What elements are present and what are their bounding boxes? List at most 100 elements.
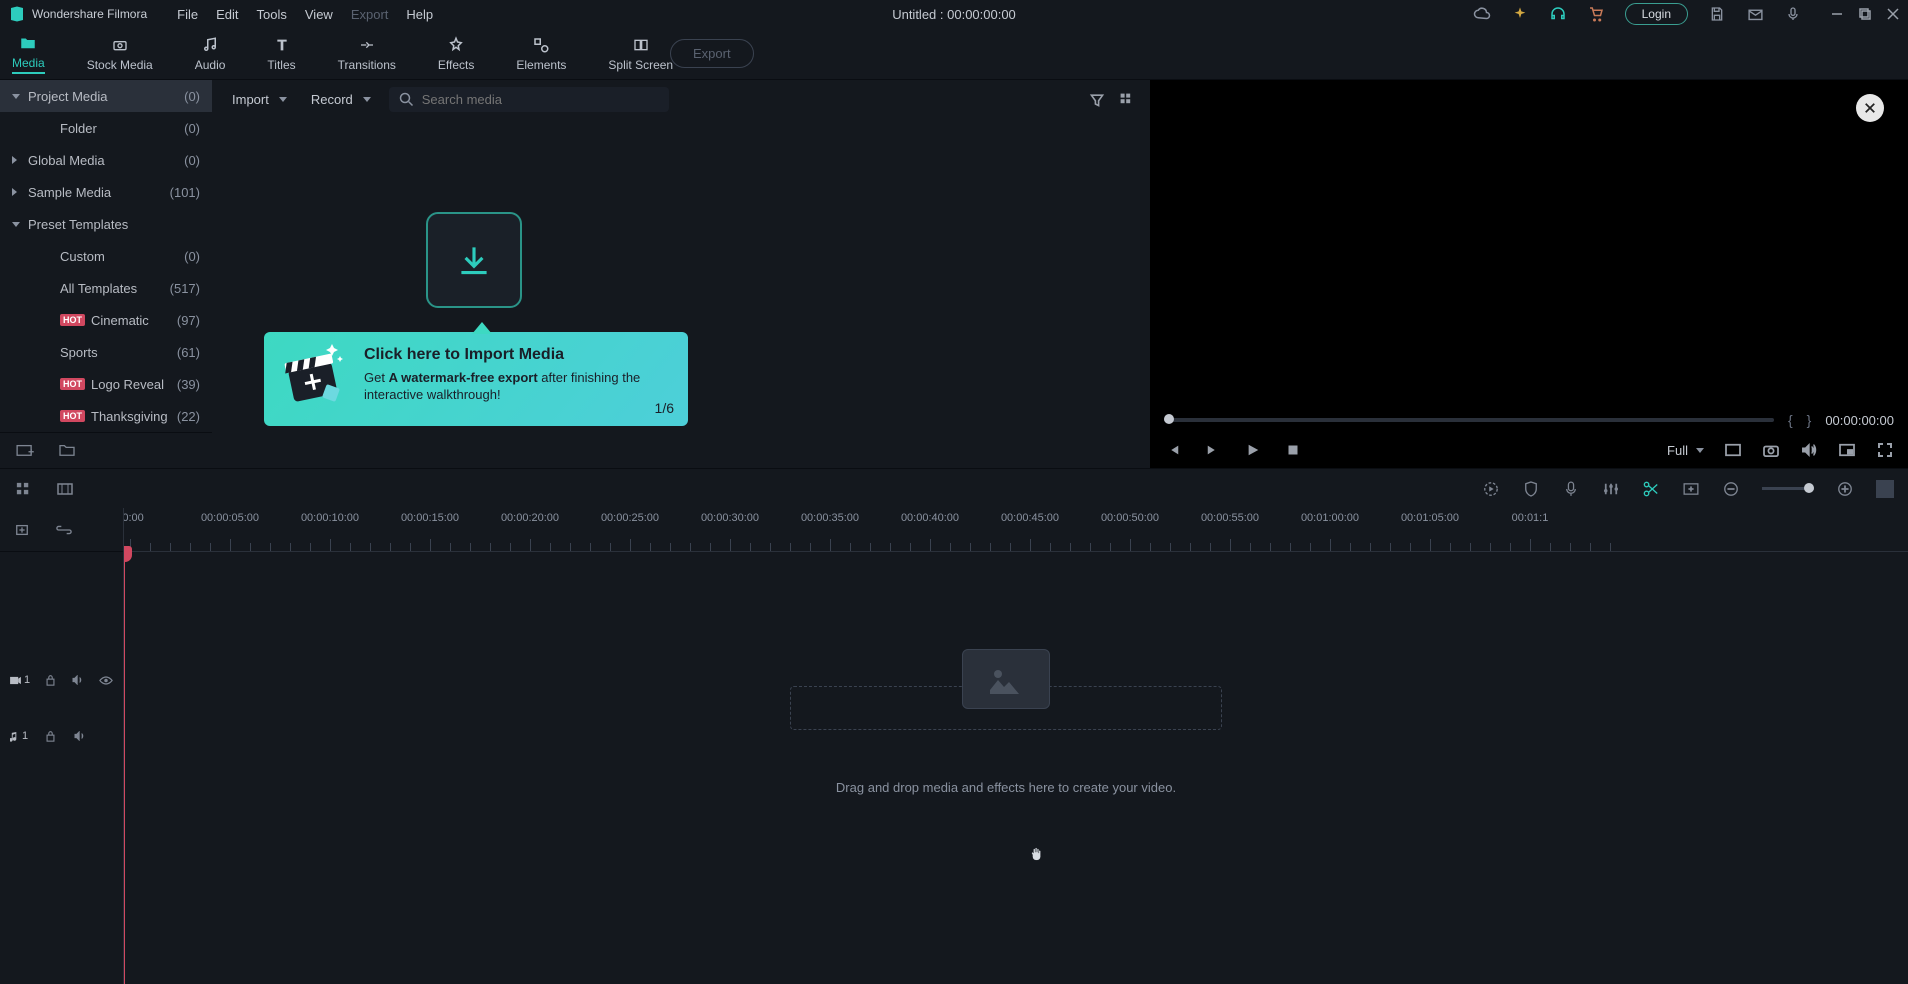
close-icon[interactable] xyxy=(1886,7,1900,21)
render-preview-icon[interactable] xyxy=(1482,480,1500,498)
add-track-icon[interactable] xyxy=(14,522,30,538)
timeline-zoom-slider[interactable] xyxy=(1762,487,1814,490)
lock-icon[interactable] xyxy=(44,672,57,688)
visibility-icon[interactable] xyxy=(99,672,113,688)
menu-bar: File Edit Tools View Export Help xyxy=(177,7,433,22)
grid-view-icon[interactable] xyxy=(1118,91,1136,109)
timeline-body[interactable]: 00:0000:00:05:0000:00:10:0000:00:15:0000… xyxy=(124,508,1908,984)
headphones-icon[interactable] xyxy=(1549,5,1567,23)
tree-item-label: Global Media xyxy=(28,153,184,168)
link-icon[interactable] xyxy=(56,522,72,538)
mute-icon[interactable] xyxy=(72,672,85,688)
import-dropdown[interactable]: Import xyxy=(226,88,293,111)
scrub-track[interactable] xyxy=(1164,418,1774,422)
sidebar-item-sample-media[interactable]: Sample Media(101) xyxy=(0,176,212,208)
export-button[interactable]: Export xyxy=(670,39,754,68)
tab-effects[interactable]: Effects xyxy=(438,35,474,72)
marker-shield-icon[interactable] xyxy=(1522,480,1540,498)
stop-icon[interactable] xyxy=(1284,441,1302,459)
tab-label: Effects xyxy=(438,58,474,72)
record-dropdown[interactable]: Record xyxy=(305,88,377,111)
tab-elements[interactable]: Elements xyxy=(516,35,566,72)
tab-audio[interactable]: Audio xyxy=(195,35,226,72)
tooltip-body: Get A watermark-free export after finish… xyxy=(364,370,670,404)
fullscreen-icon[interactable] xyxy=(1876,441,1894,459)
play-icon[interactable] xyxy=(1244,441,1262,459)
scrub-thumb[interactable] xyxy=(1164,414,1174,424)
tab-label: Titles xyxy=(267,58,295,72)
sidebar-item-folder[interactable]: Folder(0) xyxy=(0,112,212,144)
filter-icon[interactable] xyxy=(1088,91,1106,109)
sidebar-item-cinematic[interactable]: HOTCinematic(97) xyxy=(0,304,212,336)
sparkle-icon[interactable] xyxy=(1511,5,1529,23)
clip-options-icon[interactable] xyxy=(56,480,74,498)
menu-edit[interactable]: Edit xyxy=(216,7,238,22)
zoom-slider-thumb[interactable] xyxy=(1804,483,1814,493)
audio-mixer-icon[interactable] xyxy=(1602,480,1620,498)
split-icon[interactable] xyxy=(1642,480,1660,498)
menu-file[interactable]: File xyxy=(177,7,198,22)
titlebar: Wondershare Filmora File Edit Tools View… xyxy=(0,0,1908,28)
menu-view[interactable]: View xyxy=(305,7,333,22)
save-icon[interactable] xyxy=(1708,5,1726,23)
search-input[interactable] xyxy=(422,92,659,107)
sidebar-item-sports[interactable]: Sports(61) xyxy=(0,336,212,368)
mute-icon[interactable] xyxy=(72,728,88,744)
menu-help[interactable]: Help xyxy=(406,7,433,22)
sidebar-item-logo-reveal[interactable]: HOTLogo Reveal(39) xyxy=(0,368,212,400)
sidebar-item-project-media[interactable]: Project Media(0) xyxy=(0,80,212,112)
zoom-to-fit-icon[interactable] xyxy=(1876,480,1894,498)
sidebar-item-preset-templates[interactable]: Preset Templates xyxy=(0,208,212,240)
tree-arrow-icon xyxy=(12,222,20,227)
preview-zoom-select[interactable]: Full xyxy=(1667,443,1704,458)
tour-close-button[interactable] xyxy=(1856,94,1884,122)
sidebar-item-global-media[interactable]: Global Media(0) xyxy=(0,144,212,176)
pip-icon[interactable] xyxy=(1838,441,1856,459)
grid-options-icon[interactable] xyxy=(14,480,32,498)
minimize-icon[interactable] xyxy=(1830,7,1844,21)
zoom-in-icon[interactable] xyxy=(1836,480,1854,498)
preview-quality-icon[interactable] xyxy=(1724,441,1742,459)
video-track-header[interactable]: 1 xyxy=(0,652,123,708)
mic-download-icon[interactable] xyxy=(1784,5,1802,23)
tab-media[interactable]: Media xyxy=(12,33,45,74)
lock-icon[interactable] xyxy=(42,728,58,744)
audio-track-header[interactable]: 1 xyxy=(0,708,123,764)
zoom-out-icon[interactable] xyxy=(1722,480,1740,498)
folder-open-icon[interactable] xyxy=(58,443,76,459)
mark-out-icon[interactable]: } xyxy=(1807,412,1812,428)
cart-icon[interactable] xyxy=(1587,5,1605,23)
voiceover-icon[interactable] xyxy=(1562,480,1580,498)
timeline-ruler[interactable]: 00:0000:00:05:0000:00:10:0000:00:15:0000… xyxy=(124,508,1908,552)
snapshot-icon[interactable] xyxy=(1762,441,1780,459)
text-icon xyxy=(272,35,292,55)
cloud-icon[interactable] xyxy=(1473,5,1491,23)
mark-in-icon[interactable]: { xyxy=(1788,412,1793,428)
sidebar-item-custom[interactable]: Custom(0) xyxy=(0,240,212,272)
prev-frame-icon[interactable] xyxy=(1164,441,1182,459)
tab-stock-media[interactable]: Stock Media xyxy=(87,35,153,72)
volume-icon[interactable] xyxy=(1800,441,1818,459)
menu-export[interactable]: Export xyxy=(351,7,389,22)
login-button[interactable]: Login xyxy=(1625,3,1688,25)
ruler-mark: 00:00:55:00 xyxy=(1201,512,1259,524)
playhead[interactable] xyxy=(124,554,125,984)
next-frame-icon[interactable] xyxy=(1204,441,1222,459)
sidebar-item-thanksgiving[interactable]: HOTThanksgiving(22) xyxy=(0,400,212,432)
playhead-handle[interactable] xyxy=(124,546,132,562)
sidebar-item-all-templates[interactable]: All Templates(517) xyxy=(0,272,212,304)
mail-icon[interactable] xyxy=(1746,5,1764,23)
media-search[interactable] xyxy=(389,87,669,112)
timeline-drop-area[interactable]: Drag and drop media and effects here to … xyxy=(364,648,1648,828)
import-media-button[interactable] xyxy=(426,212,522,308)
maximize-icon[interactable] xyxy=(1858,7,1872,21)
preview-canvas[interactable] xyxy=(1150,80,1908,408)
tab-split-screen[interactable]: Split Screen xyxy=(608,35,673,72)
tab-titles[interactable]: Titles xyxy=(267,35,295,72)
import-label: Import xyxy=(232,92,269,107)
tab-transitions[interactable]: Transitions xyxy=(338,35,396,72)
menu-tools[interactable]: Tools xyxy=(257,7,287,22)
drop-zone[interactable] xyxy=(790,686,1222,730)
add-marker-icon[interactable] xyxy=(1682,480,1700,498)
new-folder-icon[interactable] xyxy=(16,443,34,459)
